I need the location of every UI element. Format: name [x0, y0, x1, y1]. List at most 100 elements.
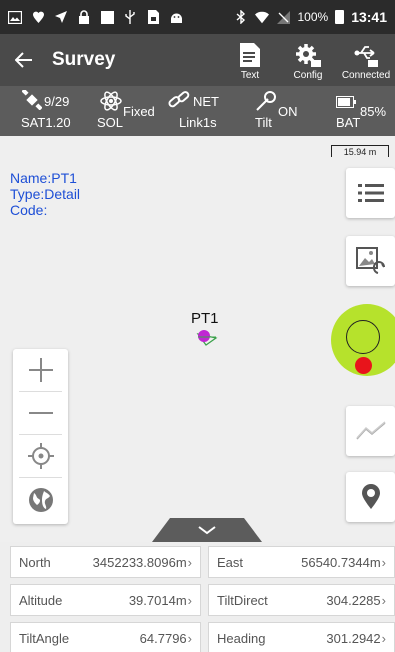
point-list-button[interactable] [346, 168, 395, 218]
altitude-cell[interactable]: Altitude 39.7014m › [10, 584, 201, 616]
satellite-icon [22, 90, 42, 110]
battery-icon [336, 96, 356, 108]
tilt-direct-label: TiltDirect [217, 592, 268, 608]
square-icon [100, 10, 114, 24]
connected-button[interactable]: Connected [337, 34, 395, 86]
android-icon [169, 10, 183, 24]
solution-status[interactable]: Fixed SOL [79, 86, 158, 136]
satellite-count: 9/29 [44, 94, 70, 109]
zoom-in-button[interactable] [19, 349, 62, 392]
wifi-icon [255, 10, 270, 24]
scale-bar: 15.94 m [331, 145, 389, 157]
heading-value: 301.2942 [326, 630, 381, 646]
chevron-right-icon: › [187, 554, 192, 570]
status-info-bar: 9/29 SAT1.20 Fixed SOL NET Link1s ON Til… [0, 86, 395, 136]
battery-icon [335, 10, 345, 24]
coordinate-panel: North 3452233.8096m › East 56540.7344m ›… [0, 542, 395, 652]
gallery-icon [8, 10, 22, 24]
sim-card-icon [146, 10, 160, 24]
polyline-icon [355, 421, 385, 440]
status-bar: 100% 13:41 [0, 0, 395, 34]
plus-icon [28, 358, 53, 382]
chevron-right-icon: › [187, 592, 192, 608]
battery-value: 85% [360, 104, 387, 119]
map-switch-icon [355, 247, 385, 274]
map-pin-icon [361, 484, 380, 509]
data-row: TiltAngle 64.7796 › Heading 301.2942 › [10, 622, 395, 652]
network-label: NET [193, 94, 219, 109]
map-layer-button[interactable] [346, 236, 395, 286]
solution-label: SOL [97, 115, 124, 130]
clock-time: 13:41 [351, 9, 387, 25]
minus-icon [28, 412, 53, 414]
document-icon [240, 43, 260, 67]
data-row: North 3452233.8096m › East 56540.7344m › [10, 546, 395, 578]
tilt-direct-value: 304.2285 [326, 592, 381, 608]
usb-icon [123, 10, 137, 24]
east-value: 56540.7344m [301, 554, 381, 570]
track-button[interactable] [346, 406, 395, 456]
tilt-pole-icon [256, 91, 276, 111]
globe-button[interactable] [19, 478, 62, 521]
satellite-status[interactable]: 9/29 SAT1.20 [0, 86, 79, 136]
gear-icon [296, 44, 321, 67]
no-signal-icon [276, 10, 290, 24]
north-value: 3452233.8096m [92, 554, 187, 570]
heading-label: Heading [217, 630, 266, 646]
point-code: Code: [10, 202, 48, 218]
position-marker-icon[interactable] [194, 328, 220, 346]
config-button[interactable]: Config [279, 34, 337, 86]
list-icon [357, 184, 384, 202]
network-link: Link1s [179, 115, 217, 130]
map-view[interactable]: 15.94 m Name:PT1 Type:Detail Code: PT1 [0, 136, 395, 542]
tilt-label: Tilt [255, 115, 272, 130]
locate-point-button[interactable] [346, 472, 395, 522]
expand-panel-tab[interactable] [152, 518, 262, 542]
map-control-panel [13, 349, 68, 524]
north-cell[interactable]: North 3452233.8096m › [10, 546, 201, 578]
chevron-right-icon: › [187, 630, 192, 646]
point-info: Name:PT1 Type:Detail Code: [10, 170, 80, 218]
link-icon [168, 91, 190, 108]
location-heart-icon [31, 10, 45, 24]
battery-status[interactable]: 85% BAT [316, 86, 395, 136]
precision-target[interactable] [331, 304, 395, 376]
bubble-dot [355, 357, 372, 374]
usb-connected-icon [354, 46, 378, 67]
zoom-out-button[interactable] [19, 392, 62, 435]
globe-icon [28, 487, 53, 512]
solution-value: Fixed [123, 104, 155, 119]
crosshair-icon [27, 443, 54, 469]
chevron-right-icon: › [381, 554, 386, 570]
text-button[interactable]: Text [221, 34, 279, 86]
network-status[interactable]: NET Link1s [158, 86, 237, 136]
tilt-value: ON [278, 104, 298, 119]
navigation-icon [54, 10, 68, 24]
target-ring [346, 320, 380, 354]
center-location-button[interactable] [19, 435, 62, 478]
east-label: East [217, 554, 244, 570]
point-label: PT1 [191, 310, 219, 327]
chevron-right-icon: › [381, 630, 386, 646]
bluetooth-icon [234, 10, 248, 24]
data-row: Altitude 39.7014m › TiltDirect 304.2285 … [10, 584, 395, 616]
app-toolbar: Survey Text Config Connected [0, 34, 395, 86]
tilt-status[interactable]: ON Tilt [237, 86, 316, 136]
east-cell[interactable]: East 56540.7344m › [208, 546, 395, 578]
tilt-angle-label: TiltAngle [19, 630, 70, 646]
point-type: Type:Detail [10, 186, 81, 202]
battery-label: BAT [336, 115, 361, 130]
tilt-direct-cell[interactable]: TiltDirect 304.2285 › [208, 584, 395, 616]
point-name: Name:PT1 [10, 170, 77, 186]
altitude-value: 39.7014m [128, 592, 187, 608]
atom-icon [100, 91, 122, 111]
tilt-angle-cell[interactable]: TiltAngle 64.7796 › [10, 622, 201, 652]
tilt-angle-value: 64.7796 [139, 630, 187, 646]
config-button-label: Config [293, 70, 323, 81]
lock-icon [77, 10, 91, 24]
altitude-label: Altitude [19, 592, 63, 608]
back-button[interactable] [0, 34, 48, 86]
heading-cell[interactable]: Heading 301.2942 › [208, 622, 395, 652]
connected-button-label: Connected [341, 70, 391, 81]
text-button-label: Text [240, 70, 260, 81]
